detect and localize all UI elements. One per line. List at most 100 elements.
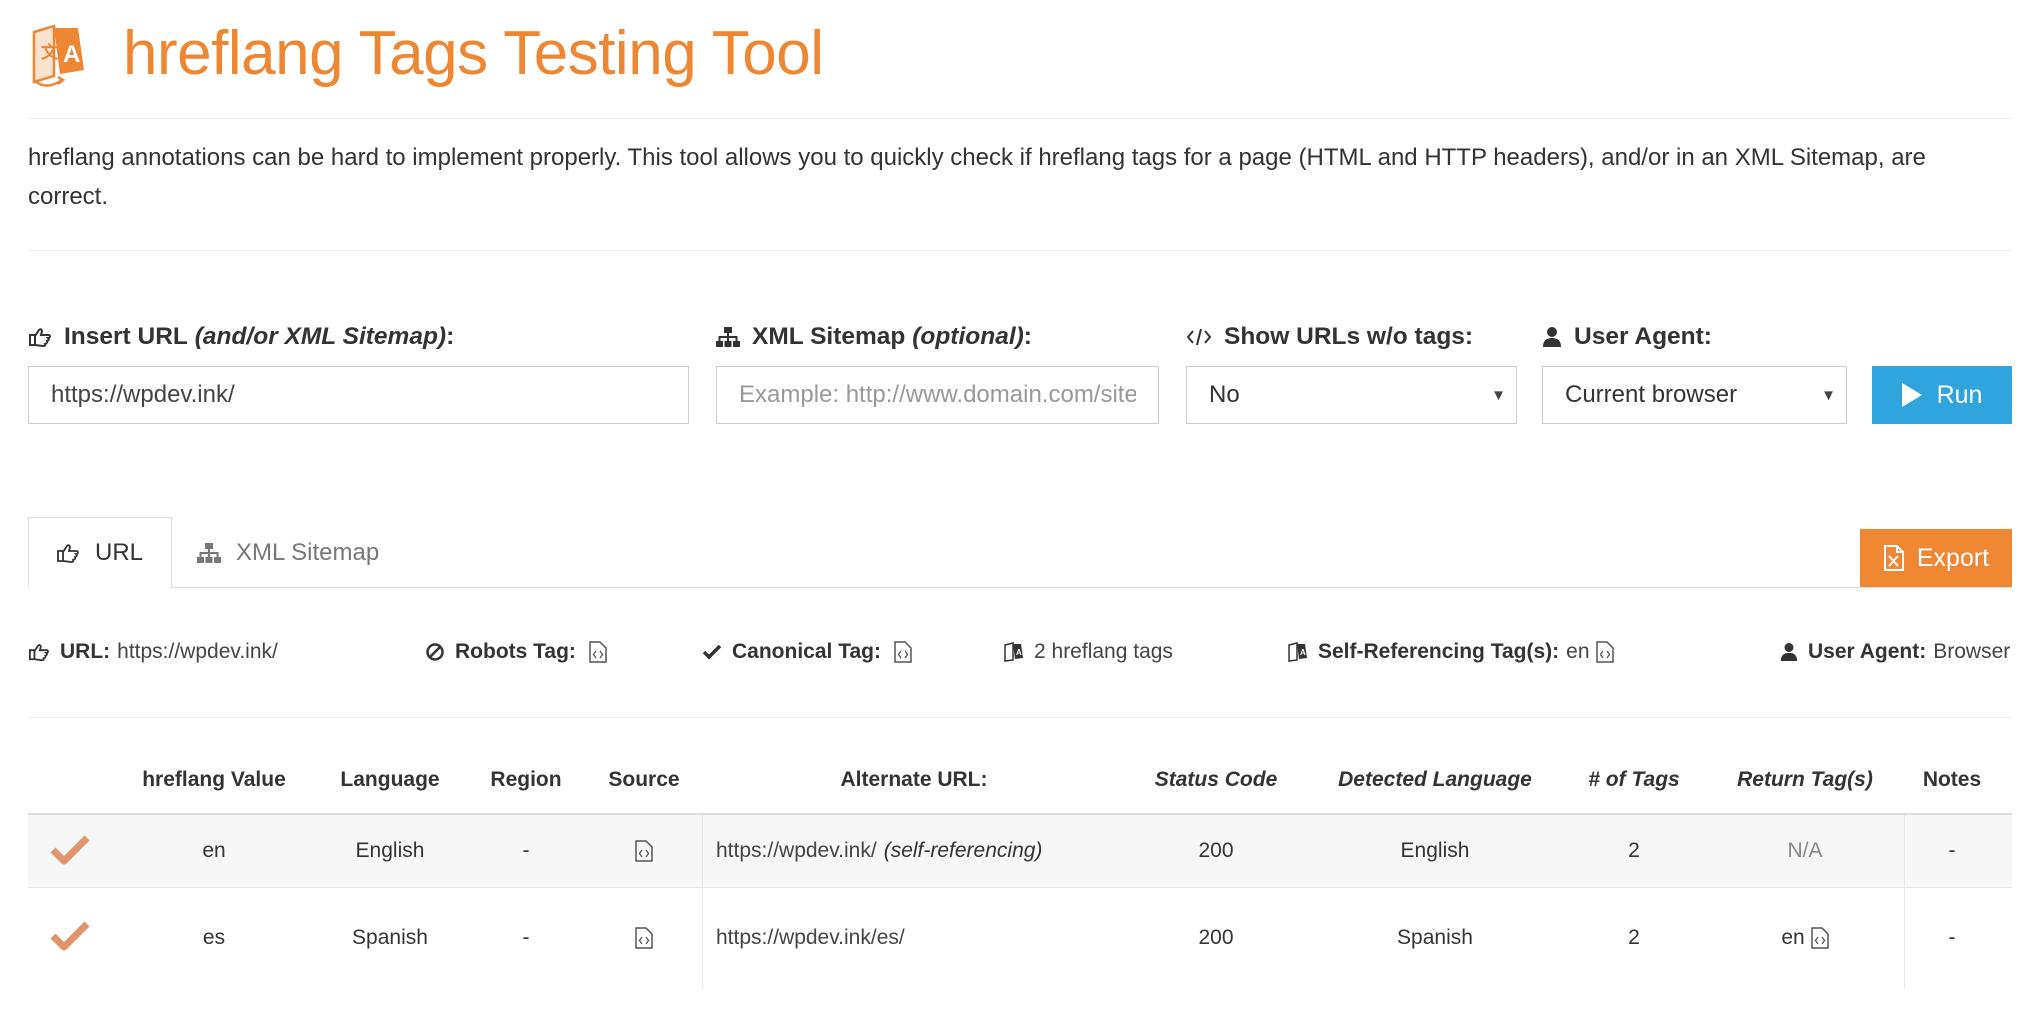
translate-logo-icon: 文 A <box>28 22 88 88</box>
cell-alternate-url: https://wpdev.ink/es/ <box>716 902 1136 974</box>
column-divider <box>702 815 703 989</box>
summary-url-value: https://wpdev.ink/ <box>117 640 278 663</box>
intro-text: hreflang annotations can be hard to impl… <box>28 144 1926 210</box>
file-code-icon[interactable] <box>589 641 607 663</box>
url-label-emphasis: (and/or XML Sitemap) <box>194 323 447 350</box>
summary-robots: Robots Tag: <box>425 640 607 664</box>
summary-robots-label: Robots Tag: <box>455 640 576 663</box>
export-button[interactable]: Export <box>1860 529 2012 587</box>
cell-hreflang: es <box>202 926 226 949</box>
cell-hreflang: en <box>202 839 226 862</box>
cell-region: - <box>522 926 530 949</box>
user-icon <box>1780 642 1798 662</box>
cell-alternate-url: https://wpdev.ink/ (self-referencing) <box>716 815 1136 887</box>
sitemap-label-emphasis: (optional) <box>912 323 1024 350</box>
sitemap-icon <box>196 542 222 564</box>
column-header-alternate-url: Alternate URL: <box>840 768 988 791</box>
sitemap-input-label: XML Sitemap (optional): <box>716 323 1032 351</box>
file-code-icon[interactable] <box>894 641 912 663</box>
file-code-icon[interactable] <box>1595 641 1614 663</box>
sitemap-input[interactable] <box>716 366 1159 424</box>
user-agent-select[interactable]: Current browser ▼ <box>1542 366 1847 424</box>
show-urls-value: No <box>1209 381 1240 408</box>
show-urls-select[interactable]: No ▼ <box>1186 366 1517 424</box>
svg-text:文: 文 <box>41 42 59 63</box>
column-header-region: Region <box>490 768 562 791</box>
header-divider <box>28 118 2012 119</box>
user-agent-label: User Agent: <box>1542 323 1712 351</box>
sitemap-label-text: XML Sitemap <box>752 323 906 350</box>
summary-user-agent: User Agent: Browser <box>1780 640 2010 664</box>
user-agent-label-text: User Agent: <box>1574 323 1712 350</box>
caret-down-icon: ▼ <box>1491 386 1506 404</box>
url-input[interactable]: https://wpdev.ink/ <box>28 366 689 424</box>
column-header-hreflang: hreflang Value <box>142 768 286 791</box>
url-label-text: Insert URL <box>64 323 188 350</box>
cell-status-code: 200 <box>1198 839 1234 862</box>
svg-text:A: A <box>1016 648 1022 657</box>
column-header-source: Source <box>608 768 680 791</box>
cell-language: English <box>355 839 425 862</box>
file-excel-icon <box>1883 545 1905 571</box>
summary-hreflang-count: A 2 hreflang tags <box>1004 640 1173 664</box>
summary-user-agent-value: Browser <box>1933 640 2011 663</box>
return-tags-value: en <box>1781 926 1805 949</box>
source-file-code-icon[interactable] <box>596 902 692 974</box>
summary-divider <box>28 717 2012 718</box>
cell-tag-count: 2 <box>1628 926 1640 949</box>
source-file-code-icon[interactable] <box>596 815 692 887</box>
intro-divider <box>28 250 2012 251</box>
hand-point-right-icon <box>28 642 50 662</box>
column-header-language: Language <box>340 768 440 791</box>
run-button[interactable]: Run <box>1872 366 2012 424</box>
sitemap-label-suffix: : <box>1023 323 1032 350</box>
cell-notes: - <box>1948 926 1956 949</box>
cell-language: Spanish <box>352 926 428 949</box>
tab-xml-sitemap[interactable]: XML Sitemap <box>196 517 379 588</box>
cell-detected-language: English <box>1400 839 1470 862</box>
cell-return-tags: en <box>1735 902 1875 974</box>
run-button-label: Run <box>1936 380 1983 409</box>
file-code-icon[interactable] <box>1810 927 1829 949</box>
summary-self-ref-label: Self-Referencing Tag(s): <box>1318 640 1560 663</box>
summary-url: URL: https://wpdev.ink/ <box>28 640 278 664</box>
hand-point-right-icon <box>28 326 52 348</box>
column-header-tag-count: # of Tags <box>1588 768 1680 791</box>
alternate-url-link[interactable]: https://wpdev.ink/ <box>716 839 877 863</box>
cell-region: - <box>522 839 530 862</box>
svg-text:A: A <box>63 41 80 68</box>
column-header-detected-language: Detected Language <box>1338 768 1532 791</box>
page: 文 A hreflang Tags Testing Tool hreflang … <box>0 0 2032 1017</box>
check-icon <box>702 643 722 661</box>
return-tags-value: N/A <box>1787 839 1823 862</box>
show-urls-label: Show URLs w/o tags: <box>1186 323 1473 351</box>
caret-down-icon: ▼ <box>1821 386 1836 404</box>
cell-notes: - <box>1948 839 1956 862</box>
url-label-suffix: : <box>446 323 455 350</box>
row-divider <box>28 887 2012 888</box>
hand-point-right-icon <box>55 542 81 564</box>
column-header-status-code: Status Code <box>1154 768 1278 791</box>
column-divider <box>1904 815 1905 989</box>
translate-icon: A <box>1004 642 1024 662</box>
alternate-url-note: (self-referencing) <box>883 839 1043 862</box>
user-agent-value: Current browser <box>1565 381 1738 408</box>
summary-user-agent-label: User Agent: <box>1808 640 1927 663</box>
tab-url[interactable]: URL <box>28 517 172 588</box>
tab-url-label: URL <box>95 538 144 566</box>
summary-url-label: URL: <box>60 640 111 663</box>
alternate-url-link[interactable]: https://wpdev.ink/es/ <box>716 926 905 950</box>
summary-hreflang-count-text: 2 hreflang tags <box>1034 640 1173 663</box>
cell-tag-count: 2 <box>1628 839 1640 862</box>
column-header-notes: Notes <box>1922 768 1982 791</box>
summary-self-referencing: A Self-Referencing Tag(s): en <box>1288 640 1614 664</box>
cell-status-code: 200 <box>1198 926 1234 949</box>
translate-icon: A <box>1288 642 1308 662</box>
ban-icon <box>425 642 445 662</box>
sitemap-icon <box>716 326 740 348</box>
page-title: hreflang Tags Testing Tool <box>123 19 824 88</box>
play-icon <box>1901 383 1922 407</box>
cell-detected-language: Spanish <box>1397 926 1473 949</box>
show-urls-label-text: Show URLs w/o tags: <box>1224 323 1474 350</box>
summary-canonical-label: Canonical Tag: <box>732 640 881 663</box>
